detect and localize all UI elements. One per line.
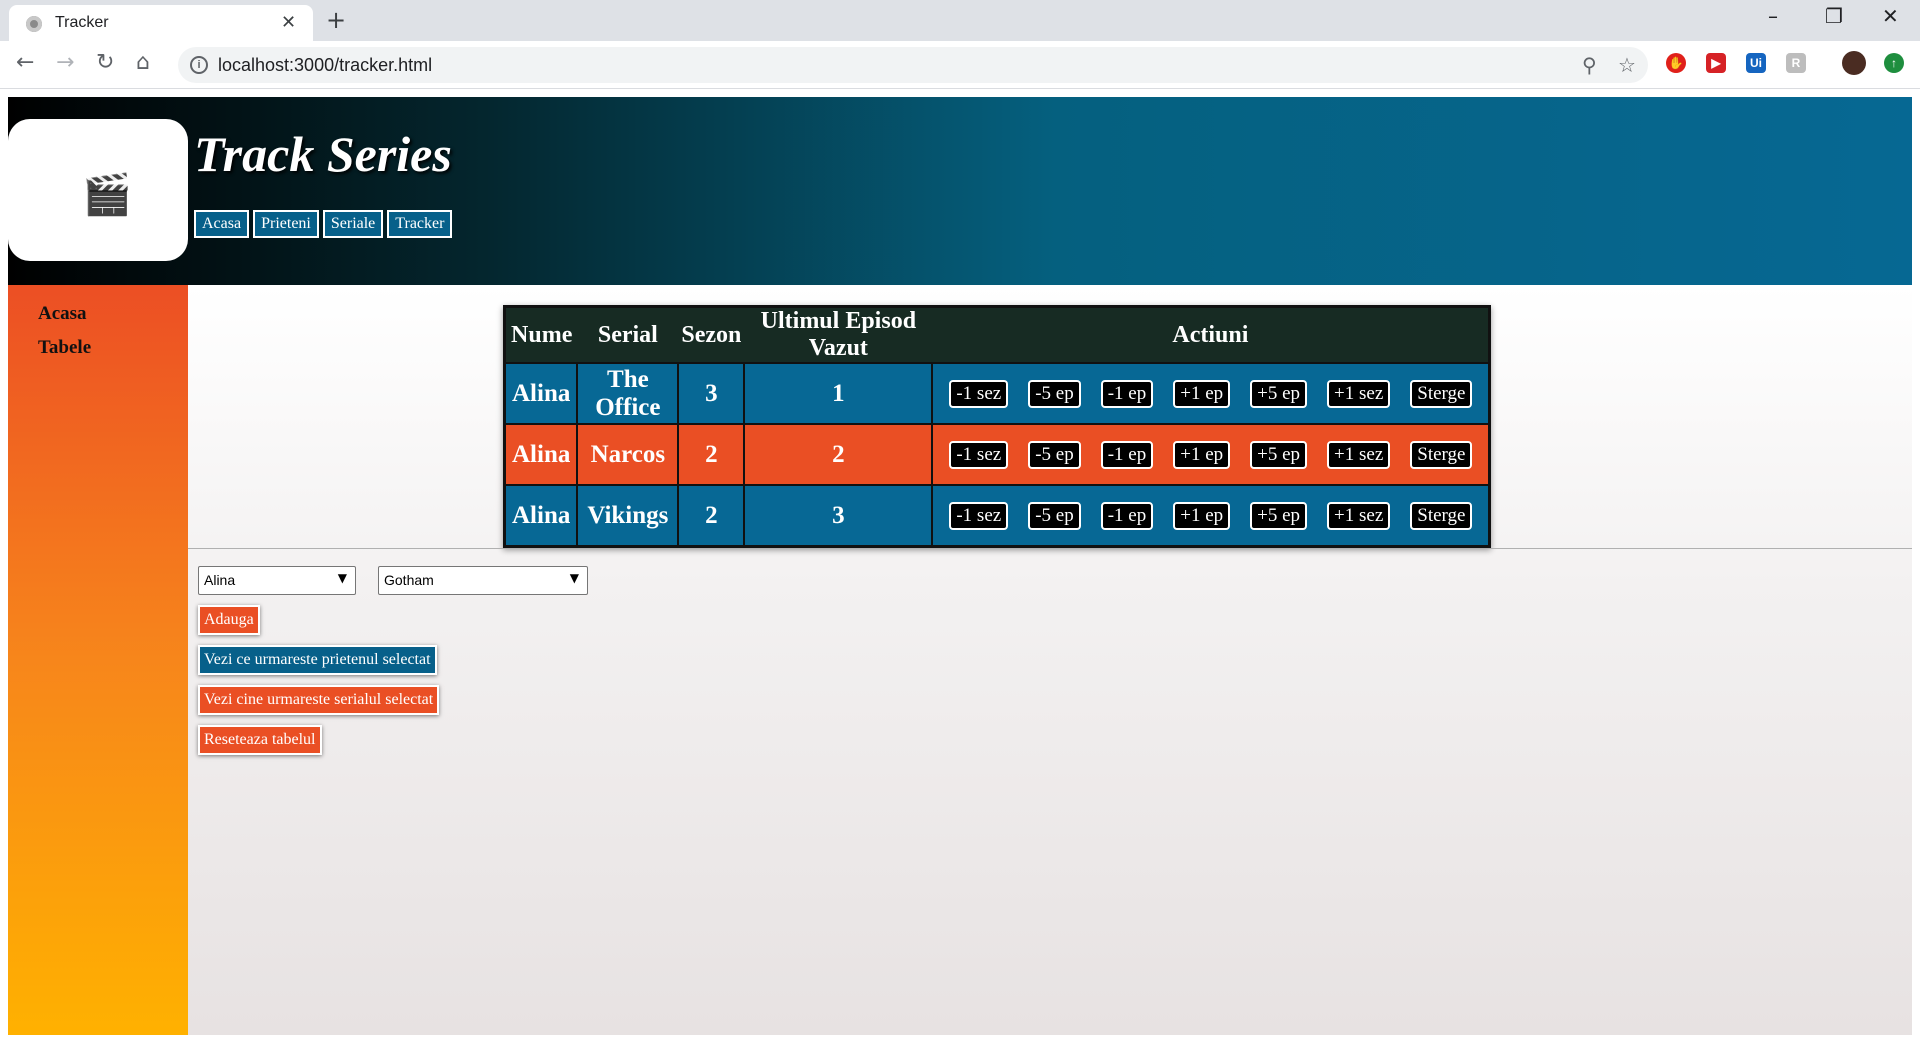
cell-serial: The Office: [576, 362, 680, 425]
minimize-icon[interactable]: –: [1768, 4, 1778, 28]
action-button[interactable]: +5 ep: [1250, 441, 1308, 470]
action-button[interactable]: +1 sez: [1327, 502, 1391, 531]
friend-watch-button[interactable]: Vezi ce urmareste prietenul selectat: [198, 645, 437, 675]
back-icon[interactable]: ←: [16, 50, 34, 75]
header-nav: Acasa Prieteni Seriale Tracker: [194, 210, 453, 238]
nav-link-acasa[interactable]: Acasa: [194, 210, 250, 238]
nav-link-prieteni[interactable]: Prieteni: [253, 210, 319, 238]
cell-sezon: 3: [677, 362, 746, 425]
action-button[interactable]: -5 ep: [1028, 441, 1081, 470]
cell-sezon: 2: [677, 423, 746, 486]
cell-episod: 3: [743, 484, 934, 548]
cell-actions: -1 sez -5 ep -1 ep +1 ep +5 ep +1 sez Sterge: [931, 362, 1491, 425]
main-content: Nume Serial Sezon Ultimul Episod Vazut A…: [188, 285, 1912, 1035]
friend-select-value: Alina: [204, 572, 236, 588]
address-bar[interactable]: i localhost:3000/tracker.html ⚲ ☆: [178, 47, 1648, 83]
site-logo: 🎬: [8, 119, 188, 261]
divider: [188, 548, 1912, 549]
cell-episod: 2: [743, 423, 934, 486]
cell-episod: 1: [743, 362, 934, 425]
table-row: Alina The Office 3 1 -1 sez -5 ep -1 ep +1 ep +5…: [503, 362, 1491, 425]
table-row: Alina Vikings 2 3 -1 sez -5 ep -1 ep +1 ep +5 ep…: [503, 484, 1491, 548]
column-header-sezon: Sezon: [678, 306, 745, 363]
browser-toolbar: ← → ↻ ⌂ i localhost:3000/tracker.html ⚲ …: [0, 41, 1920, 89]
adblock-extension-icon[interactable]: ✋: [1666, 53, 1686, 73]
url-text: localhost:3000/tracker.html: [218, 55, 433, 75]
action-button[interactable]: +5 ep: [1250, 502, 1308, 531]
column-header-serial: Serial: [577, 306, 679, 363]
close-tab-icon[interactable]: ✕: [281, 12, 296, 33]
bookmark-star-icon[interactable]: ☆: [1618, 53, 1636, 77]
friend-select[interactable]: Alina ▼: [198, 566, 356, 595]
gray-extension-icon[interactable]: R: [1786, 53, 1806, 73]
action-button[interactable]: -5 ep: [1028, 502, 1081, 531]
action-button[interactable]: Sterge: [1410, 502, 1473, 531]
cell-serial: Narcos: [576, 423, 680, 486]
cell-nume: Alina: [503, 484, 579, 548]
clapperboard-icon: 🎬: [82, 172, 132, 218]
table-body: Alina The Office 3 1 -1 sez -5 ep -1 ep +1 ep +5…: [503, 362, 1491, 548]
add-button[interactable]: Adauga: [198, 605, 260, 635]
new-tab-icon[interactable]: +: [326, 6, 346, 34]
window-close-icon[interactable]: ✕: [1882, 4, 1899, 28]
column-header-actiuni: Actiuni: [932, 306, 1490, 363]
series-select[interactable]: Gotham ▼: [378, 566, 588, 595]
action-button[interactable]: -1 ep: [1100, 502, 1154, 531]
site-header: 🎬 Track Series Acasa Prieteni Seriale Tr…: [8, 97, 1912, 285]
tab-title: Tracker: [55, 14, 109, 31]
cell-sezon: 2: [677, 484, 746, 548]
restore-icon[interactable]: ❐: [1825, 4, 1843, 28]
sidebar: Acasa Tabele: [8, 285, 188, 1035]
sidebar-item-tabele[interactable]: Tabele: [38, 337, 91, 359]
sidebar-item-acasa[interactable]: Acasa: [38, 303, 87, 325]
action-button[interactable]: Sterge: [1410, 441, 1473, 470]
nav-link-tracker[interactable]: Tracker: [387, 210, 453, 238]
action-button[interactable]: +1 sez: [1327, 380, 1391, 409]
page: 🎬 Track Series Acasa Prieteni Seriale Tr…: [8, 97, 1912, 1035]
favicon-icon: [26, 16, 42, 32]
cell-serial: Vikings: [576, 484, 680, 548]
series-select-value: Gotham: [384, 572, 434, 588]
home-icon[interactable]: ⌂: [136, 50, 150, 75]
column-header-episod: Ultimul Episod Vazut: [744, 306, 933, 363]
reload-icon[interactable]: ↻: [96, 50, 114, 75]
action-button[interactable]: +5 ep: [1250, 380, 1308, 409]
video-extension-icon[interactable]: ▶: [1706, 53, 1726, 73]
cell-nume: Alina: [503, 423, 579, 486]
ui-extension-icon[interactable]: Ui: [1746, 53, 1766, 73]
zoom-icon[interactable]: ⚲: [1582, 53, 1597, 77]
cell-nume: Alina: [503, 362, 579, 425]
action-button[interactable]: +1 ep: [1173, 441, 1231, 470]
tracker-table: Nume Serial Sezon Ultimul Episod Vazut A…: [503, 305, 1492, 548]
action-button[interactable]: +1 ep: [1173, 502, 1231, 531]
series-watch-button[interactable]: Vezi cine urmareste serialul selectat: [198, 685, 440, 715]
chevron-down-icon: ▼: [337, 571, 347, 585]
action-button[interactable]: -1 sez: [949, 502, 1009, 531]
action-button[interactable]: -5 ep: [1028, 380, 1081, 409]
table-row: Alina Narcos 2 2 -1 sez -5 ep -1 ep +1 ep +5 ep +…: [503, 423, 1491, 486]
update-icon[interactable]: ↑: [1884, 53, 1904, 73]
action-button[interactable]: -1 sez: [949, 380, 1009, 409]
nav-link-seriale[interactable]: Seriale: [322, 210, 384, 238]
cell-actions: -1 sez -5 ep -1 ep +1 ep +5 ep +1 sez Sterge: [931, 484, 1491, 548]
info-icon[interactable]: i: [190, 56, 208, 74]
action-button[interactable]: +1 sez: [1327, 441, 1391, 470]
action-button[interactable]: Sterge: [1410, 380, 1473, 409]
reset-table-button[interactable]: Reseteaza tabelul: [198, 725, 322, 755]
forward-icon[interactable]: →: [56, 50, 74, 75]
cell-actions: -1 sez -5 ep -1 ep +1 ep +5 ep +1 sez Sterge: [931, 423, 1491, 486]
action-button[interactable]: -1 sez: [949, 441, 1009, 470]
action-button[interactable]: -1 ep: [1100, 441, 1154, 470]
action-button[interactable]: -1 ep: [1100, 380, 1154, 409]
browser-tab[interactable]: Tracker ✕: [9, 5, 313, 41]
column-header-nume: Nume: [504, 306, 578, 363]
action-button[interactable]: +1 ep: [1173, 380, 1231, 409]
site-title: Track Series: [194, 126, 452, 182]
profile-avatar[interactable]: [1842, 51, 1866, 75]
chevron-down-icon: ▼: [569, 571, 579, 585]
browser-tabstrip: Tracker ✕ + – ❐ ✕: [0, 0, 1920, 41]
